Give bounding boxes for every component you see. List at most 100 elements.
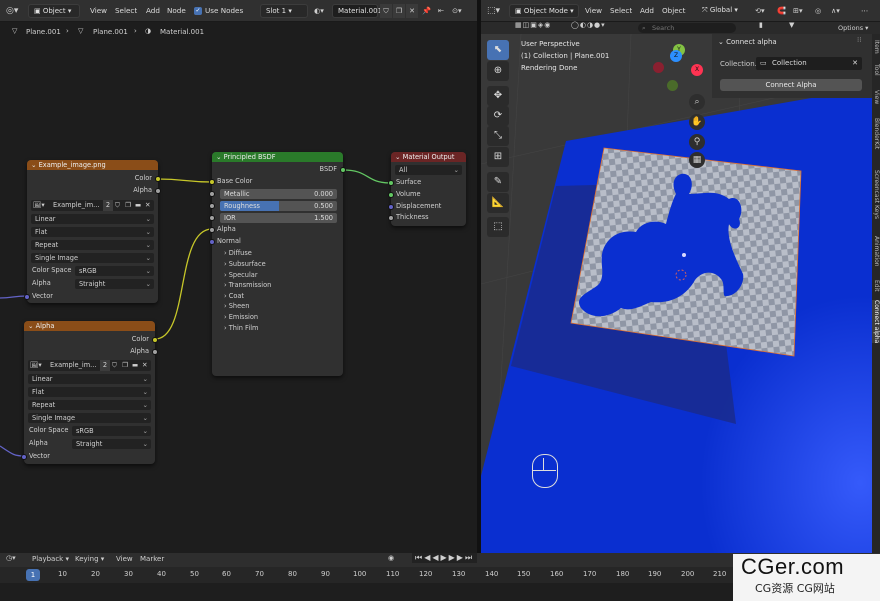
projection-dropdown[interactable]: Flat ⌄: [28, 387, 151, 397]
users-count[interactable]: 2: [103, 200, 113, 211]
node-editor-icon[interactable]: ◎▾: [6, 0, 18, 22]
tab-edit[interactable]: Edit: [872, 280, 880, 292]
object-mode-dropdown[interactable]: ▣ Object Mode ▾: [509, 4, 579, 18]
tab-connect-alpha[interactable]: Connect alpha: [872, 300, 880, 344]
proportional-falloff-icon[interactable]: ∧▾: [831, 0, 840, 22]
viewport-shading-icons[interactable]: ◯◐◑●▾: [571, 21, 606, 29]
grid-view-icon[interactable]: ▦: [689, 152, 705, 168]
menu-add[interactable]: Add: [640, 0, 654, 22]
snap-icon[interactable]: ⇤: [438, 0, 444, 22]
source-dropdown[interactable]: Single Image ⌄: [31, 253, 154, 263]
navigation-gizmo[interactable]: Y Z X: [651, 40, 707, 92]
close-icon[interactable]: ✕: [406, 4, 418, 18]
use-nodes-checkbox[interactable]: ✓: [194, 7, 202, 15]
drag-handle-icon[interactable]: ⁞⁞: [857, 36, 861, 44]
material-field[interactable]: Material.001: [332, 4, 382, 18]
measure-tool[interactable]: 📐: [487, 193, 509, 213]
rotate-tool[interactable]: ⟳: [487, 106, 509, 126]
visibility-icons[interactable]: ▦◫▣◈◉: [515, 21, 551, 29]
tab-screencast-keys[interactable]: Screencast Keys: [872, 170, 880, 219]
filter-icon[interactable]: ▼: [789, 21, 794, 29]
node-editor-canvas[interactable]: ⌄ Example_image.png Color Alpha 🖼▾ Examp…: [0, 42, 477, 553]
metallic-slider[interactable]: Metallic 0.000: [209, 189, 337, 199]
overlay-icon[interactable]: ⊙▾: [452, 0, 462, 22]
options-dropdown[interactable]: Options ▾: [838, 22, 868, 34]
displacement-socket[interactable]: [388, 204, 394, 210]
panel-sheen[interactable]: › Sheen: [224, 301, 343, 312]
camera-icon[interactable]: ⚲: [689, 134, 705, 150]
panel-thin-film[interactable]: › Thin Film: [224, 323, 343, 334]
material-output-node[interactable]: ⌄ Material Output All ⌄ Surface Volume Di…: [388, 152, 466, 226]
roughness-socket[interactable]: [209, 203, 215, 209]
shield-icon[interactable]: ⛉: [380, 4, 392, 18]
pan-hand-icon[interactable]: ✋: [689, 114, 705, 130]
record-icon[interactable]: ◉: [388, 554, 394, 562]
color-socket[interactable]: [155, 176, 161, 182]
folder-icon[interactable]: ▬: [132, 360, 138, 371]
object-mode-dropdown[interactable]: ▣ Object ▾: [28, 4, 80, 18]
material-sphere-icon[interactable]: ◐▾: [314, 0, 324, 22]
collapse-icon[interactable]: ⌄: [395, 153, 403, 161]
zoom-icon[interactable]: ⌕: [689, 94, 705, 110]
cursor-tool[interactable]: ⊕: [487, 61, 509, 81]
menu-object[interactable]: Object: [662, 0, 685, 22]
tab-item[interactable]: Item: [872, 40, 880, 54]
close-icon[interactable]: ✕: [852, 57, 858, 70]
image-selector[interactable]: 🖼▾ Example_im... 2 ⛉ ❐ ▬ ✕: [31, 200, 154, 211]
panel-emission[interactable]: › Emission: [224, 312, 343, 323]
vector-socket[interactable]: [24, 294, 30, 300]
color-space-dropdown[interactable]: sRGB ⌄: [75, 266, 154, 276]
color-space-dropdown[interactable]: sRGB ⌄: [72, 426, 151, 436]
extension-dropdown[interactable]: Repeat ⌄: [31, 240, 154, 250]
close-icon[interactable]: ✕: [142, 360, 148, 371]
tab-view[interactable]: View: [872, 90, 880, 104]
proportional-edit-icon[interactable]: ◎: [815, 0, 821, 22]
clock-icon[interactable]: ◷▾: [6, 554, 16, 562]
duplicate-icon[interactable]: ❐: [393, 4, 405, 18]
scale-tool[interactable]: ⤡: [487, 126, 509, 146]
search-field[interactable]: ⌕ Search: [638, 23, 736, 33]
3d-view-icon[interactable]: ⬚▾: [487, 0, 500, 22]
volume-socket[interactable]: [388, 192, 394, 198]
metallic-socket[interactable]: [209, 191, 215, 197]
axis-z-handle[interactable]: Z: [670, 50, 682, 62]
node-header[interactable]: ⌄ Example_image.png: [27, 160, 158, 170]
bsdf-socket[interactable]: [340, 167, 346, 173]
panel-header[interactable]: ⌄ Connect alpha: [718, 38, 777, 46]
alpha-mode-dropdown[interactable]: Straight ⌄: [72, 439, 151, 449]
3d-viewport[interactable]: User Perspective (1) Collection | Plane.…: [481, 34, 880, 553]
principled-bsdf-node[interactable]: ⌄ Principled BSDF BSDF Base Color Metall…: [209, 152, 346, 376]
users-count[interactable]: 2: [100, 360, 110, 371]
axis-neg-y-handle[interactable]: [667, 80, 678, 91]
collapse-icon[interactable]: ⌄: [216, 153, 224, 161]
close-icon[interactable]: ✕: [145, 200, 151, 211]
image-browse-icon[interactable]: 🖼▾: [30, 360, 42, 371]
target-dropdown[interactable]: All ⌄: [395, 165, 462, 175]
move-tool[interactable]: ✥: [487, 86, 509, 106]
menu-node[interactable]: Node: [167, 0, 186, 22]
node-header[interactable]: ⌄ Principled BSDF: [212, 152, 343, 162]
collapse-icon[interactable]: ⌄: [718, 38, 726, 46]
menu-select[interactable]: Select: [115, 0, 137, 22]
menu-select[interactable]: Select: [610, 0, 632, 22]
axis-neg-x-handle[interactable]: [653, 62, 664, 73]
slot-dropdown[interactable]: Slot 1 ▾: [260, 4, 308, 18]
tab-blenderkit[interactable]: BlenderKit: [872, 118, 880, 149]
alpha-socket[interactable]: [155, 188, 161, 194]
pin-icon[interactable]: 📌: [422, 0, 431, 22]
vector-socket[interactable]: [21, 454, 27, 460]
menu-view[interactable]: View: [90, 0, 107, 22]
panel-transmission[interactable]: › Transmission: [224, 280, 343, 291]
alpha-socket[interactable]: [209, 227, 215, 233]
bookmark-icon[interactable]: ▮: [759, 21, 763, 29]
select-box-tool[interactable]: ⬉: [487, 40, 509, 60]
transform-tool[interactable]: ⊞: [487, 147, 509, 167]
interpolation-dropdown[interactable]: Linear ⌄: [28, 374, 151, 384]
node-header[interactable]: ⌄ Alpha: [24, 321, 155, 331]
interpolation-dropdown[interactable]: Linear ⌄: [31, 214, 154, 224]
ior-slider[interactable]: IOR 1.500: [209, 213, 337, 223]
base-color-socket[interactable]: [209, 179, 215, 185]
dots-icon[interactable]: ⋯: [861, 0, 868, 22]
panel-diffuse[interactable]: › Diffuse: [224, 248, 343, 259]
snap-target-icon[interactable]: ⊞▾: [793, 0, 803, 22]
